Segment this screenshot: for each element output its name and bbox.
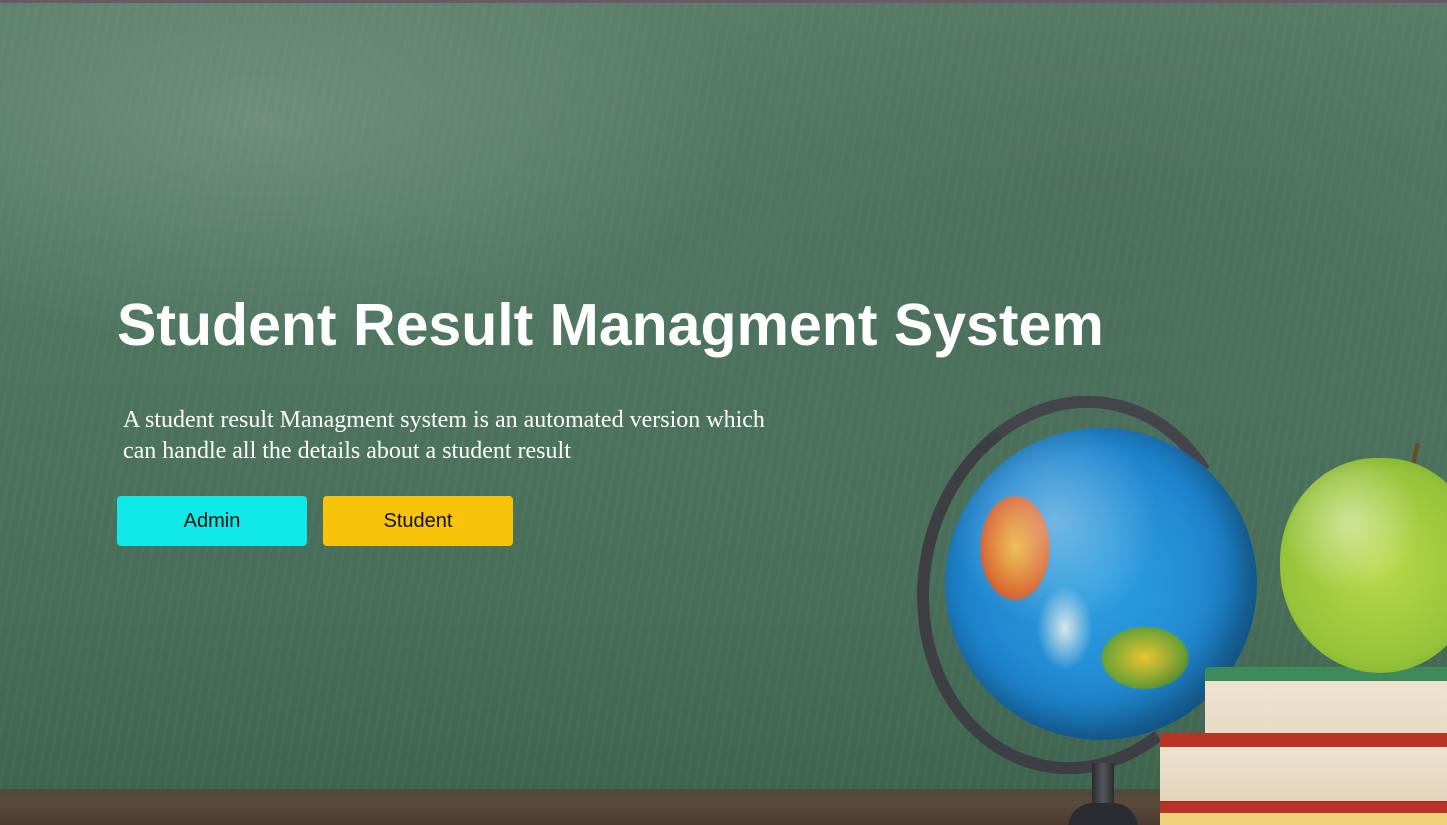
student-button[interactable]: Student [323,496,513,546]
top-border [0,0,1447,3]
description-line-1: A student result Managment system is an … [123,407,765,433]
description-line-2: can handle all the details about a stude… [123,438,571,464]
book-red [1160,733,1447,813]
page-title: Student Result Managment System [117,292,1104,358]
admin-button[interactable]: Admin [117,496,307,546]
hero-description: A student result Managment system is an … [123,405,863,467]
book-red-bottom [1160,803,1447,825]
